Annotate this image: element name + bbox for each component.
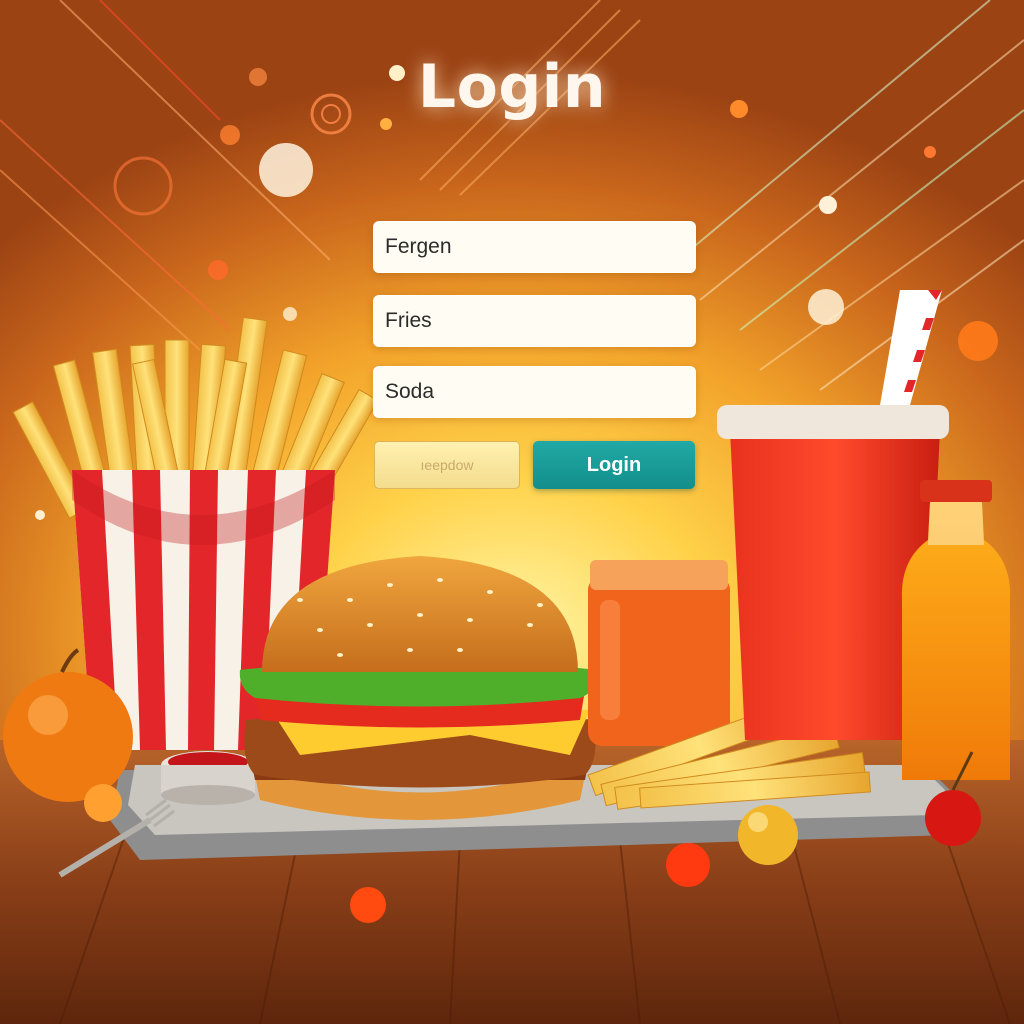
soda-field[interactable] (373, 366, 696, 418)
fries-field[interactable] (373, 295, 696, 347)
login-title: Login (417, 52, 607, 122)
login-screen: Login ıeepdow Login (0, 0, 1024, 1024)
background-illustration (0, 0, 1024, 1024)
username-input[interactable] (385, 222, 695, 272)
fries-input[interactable] (385, 296, 695, 346)
username-field[interactable] (373, 221, 696, 273)
soda-input[interactable] (385, 367, 695, 417)
secondary-button[interactable]: ıeepdow (374, 441, 520, 489)
login-button[interactable]: Login (533, 441, 695, 489)
